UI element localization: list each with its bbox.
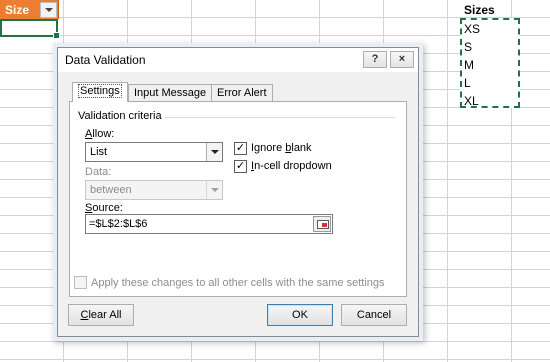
active-cell-selection[interactable] — [0, 19, 60, 39]
tab-input-message-label: Input Message — [134, 87, 207, 99]
size-cell[interactable]: S — [462, 38, 518, 56]
help-button[interactable]: ? — [363, 51, 387, 68]
in-cell-dropdown-checkbox[interactable]: ✓ — [234, 160, 247, 173]
tab-settings-label: Settings — [78, 84, 122, 98]
tab-input-message[interactable]: Input Message — [128, 84, 213, 101]
size-cell[interactable]: XS — [462, 20, 518, 38]
tab-error-alert-label: Error Alert — [217, 87, 267, 99]
filter-dropdown-arrow-icon[interactable] — [40, 2, 57, 18]
source-input-value: =$L$2:$L$6 — [89, 218, 148, 230]
ignore-blank-label: Ignore blank — [251, 142, 312, 154]
size-cell[interactable]: M — [462, 56, 518, 74]
close-button[interactable]: × — [390, 51, 414, 68]
allow-select[interactable]: List — [85, 142, 223, 162]
allow-label: Allow: — [85, 128, 115, 140]
tab-settings[interactable]: Settings — [72, 82, 128, 102]
section-divider — [165, 117, 395, 118]
source-label: Source: — [85, 202, 123, 214]
dialog-title-bar[interactable]: Data Validation ? × — [58, 48, 418, 72]
in-cell-dropdown-label: In-cell dropdown — [251, 160, 332, 172]
data-select-value: between — [90, 184, 132, 196]
size-cell[interactable]: XL — [462, 92, 518, 110]
chevron-down-icon[interactable] — [206, 143, 222, 161]
ignore-blank-checkbox[interactable]: ✓ — [234, 142, 247, 155]
apply-all-label: Apply these changes to all other cells w… — [91, 277, 385, 289]
range-selector-icon[interactable] — [313, 216, 331, 232]
source-input[interactable]: =$L$2:$L$6 — [85, 214, 333, 234]
chevron-down-icon[interactable] — [206, 181, 222, 199]
sizes-source-range[interactable]: XS S M L XL — [460, 18, 520, 108]
size-header-cell[interactable]: Size — [0, 0, 59, 19]
data-select[interactable]: between — [85, 180, 223, 200]
allow-select-value: List — [90, 146, 108, 158]
settings-panel: Validation criteria Allow: List ✓ Ignore… — [69, 101, 407, 297]
clear-all-button[interactable]: Clear All — [68, 304, 134, 326]
tab-error-alert[interactable]: Error Alert — [211, 84, 273, 101]
data-label: Data: — [85, 166, 112, 178]
sizes-header-cell[interactable]: Sizes — [462, 3, 497, 17]
data-validation-dialog: Data Validation ? × Settings Input Messa… — [57, 47, 419, 337]
apply-all-checkbox[interactable] — [74, 276, 87, 289]
size-header-text: Size — [5, 3, 30, 17]
dialog-title: Data Validation — [65, 53, 146, 67]
validation-criteria-heading: Validation criteria — [78, 110, 162, 122]
size-cell[interactable]: L — [462, 74, 518, 92]
ok-button[interactable]: OK — [267, 304, 333, 326]
cancel-button[interactable]: Cancel — [341, 304, 407, 326]
